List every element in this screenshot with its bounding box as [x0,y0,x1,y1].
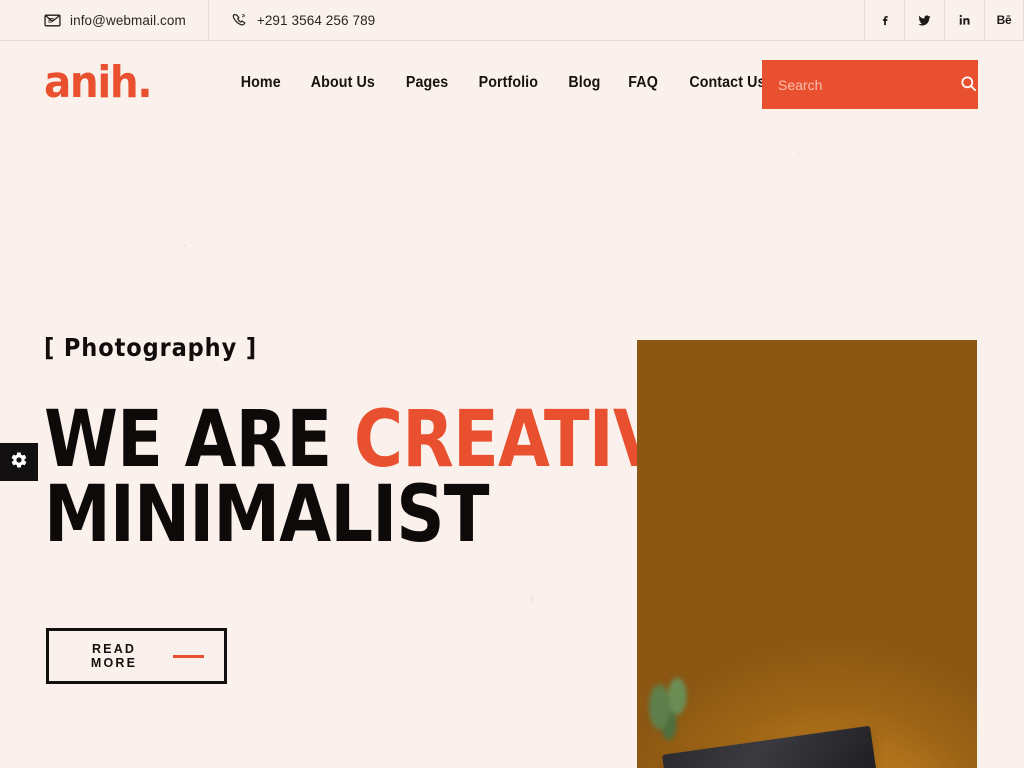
gear-icon [10,451,28,474]
topbar: info@webmail.com +291 3564 256 789 Bē [0,0,1024,41]
headline-line-2: MINIMALIST [44,469,490,560]
main-navigation: Home About Us Pages Portfolio Blog FAQ C… [239,74,769,92]
nav-item-contact-us[interactable]: Contact Us [689,74,765,92]
hero-eyebrow: [ Photography ] [44,333,258,362]
social-behance-label: Bē [996,13,1012,27]
read-more-button[interactable]: READ MORE [46,628,227,684]
logo[interactable]: anih. [44,61,153,105]
social-linkedin-icon[interactable] [944,0,984,40]
search-input[interactable] [778,76,959,93]
search-icon [959,74,978,96]
hero-section: [ Photography ] WE ARE CREATIVE & MINIMA… [0,125,1024,768]
nav-item-blog[interactable]: Blog [568,74,600,92]
social-behance-icon[interactable]: Bē [984,0,1024,40]
phone-icon [231,12,248,29]
nav-item-home[interactable]: Home [240,74,280,92]
read-more-label: READ MORE [90,642,138,670]
settings-toggle-button[interactable] [0,443,38,481]
topbar-contact-group: info@webmail.com +291 3564 256 789 [0,0,397,40]
nav-item-faq[interactable]: FAQ [629,74,659,92]
nav-item-about-us[interactable]: About Us [311,74,375,92]
hero-image [637,340,977,768]
hero-photo-plant [641,653,707,743]
nav-item-portfolio[interactable]: Portfolio [479,74,538,92]
social-twitter-icon[interactable] [904,0,944,40]
social-links: Bē [864,0,1024,40]
site-header: anih. Home About Us Pages Portfolio Blog… [0,41,1024,125]
page-root: info@webmail.com +291 3564 256 789 Bē an… [0,0,1024,768]
topbar-phone-text: +291 3564 256 789 [256,12,376,28]
topbar-email[interactable]: info@webmail.com [0,0,208,40]
topbar-email-text: info@webmail.com [70,12,186,28]
social-facebook-icon[interactable] [864,0,904,40]
arrow-dash-icon [173,654,204,658]
nav-item-pages[interactable]: Pages [406,74,448,92]
envelope-icon [44,12,61,29]
search-box[interactable] [762,60,978,109]
topbar-phone[interactable]: +291 3564 256 789 [207,0,397,40]
search-button[interactable] [959,74,978,96]
hero-headline: WE ARE CREATIVE & MINIMALIST [44,401,790,560]
